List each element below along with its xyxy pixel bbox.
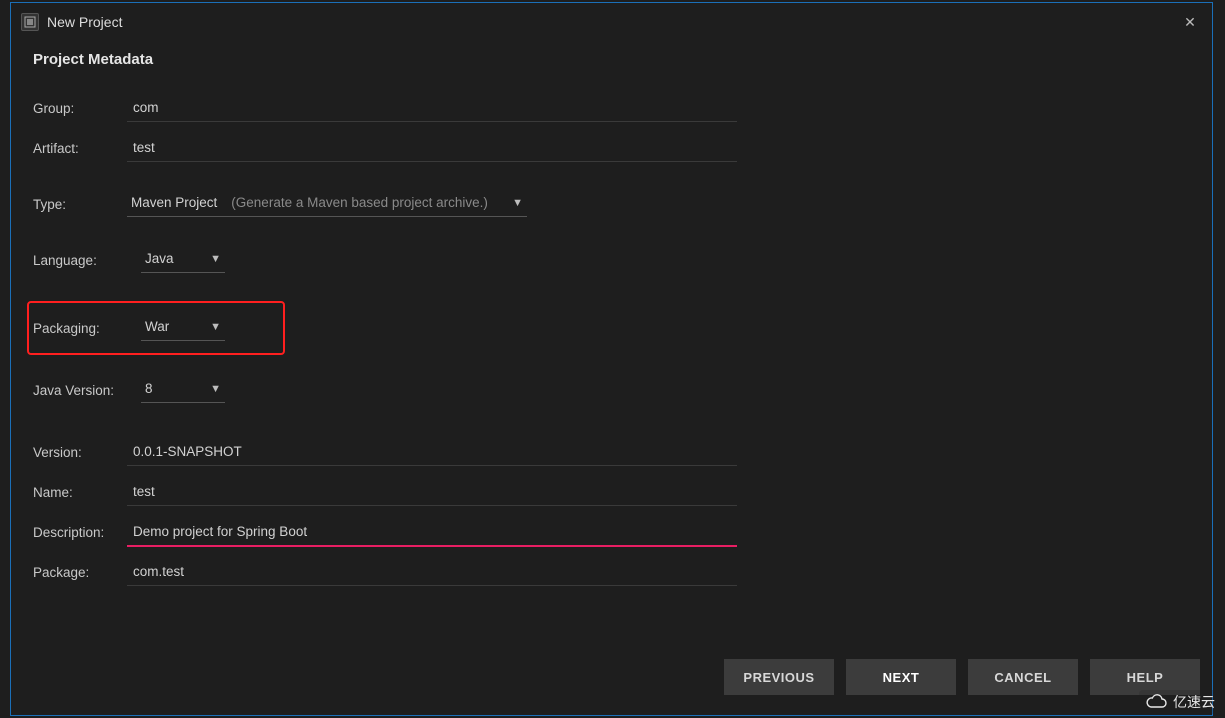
packaging-value: War [145,319,169,334]
titlebar: New Project ✕ [11,3,1212,41]
close-icon[interactable]: ✕ [1178,10,1202,34]
type-select[interactable]: Maven Project (Generate a Maven based pr… [127,191,527,217]
language-label: Language: [33,253,127,268]
packaging-label: Packaging: [33,321,127,336]
java-version-select[interactable]: 8 ▼ [141,377,225,403]
chevron-down-icon: ▼ [210,321,221,333]
row-language: Language: Java ▼ [33,240,1190,280]
name-field[interactable] [127,478,737,506]
packaging-select[interactable]: War ▼ [141,315,225,341]
package-label: Package: [33,565,127,580]
name-label: Name: [33,485,127,500]
next-button[interactable]: NEXT [846,659,956,695]
row-type: Type: Maven Project (Generate a Maven ba… [33,184,1190,224]
dialog-footer: PREVIOUS NEXT CANCEL HELP [11,659,1212,715]
artifact-field[interactable] [127,134,737,162]
row-artifact: Artifact: [33,128,1190,168]
help-button[interactable]: HELP [1090,659,1200,695]
language-select[interactable]: Java ▼ [141,247,225,273]
type-label: Type: [33,197,127,212]
section-heading: Project Metadata [33,51,1190,68]
chevron-down-icon: ▼ [512,197,523,209]
row-packaging: Packaging: War ▼ [33,308,1190,348]
previous-button[interactable]: PREVIOUS [724,659,834,695]
new-project-dialog: New Project ✕ Project Metadata Group: Ar… [10,2,1213,716]
artifact-label: Artifact: [33,141,127,156]
dialog-content: Project Metadata Group: Artifact: Type: … [11,41,1212,659]
language-value: Java [145,251,174,266]
row-group: Group: [33,88,1190,128]
package-field[interactable] [127,558,737,586]
row-version: Version: [33,432,1190,472]
row-java-version: Java Version: 8 ▼ [33,370,1190,410]
group-field[interactable] [127,94,737,122]
chevron-down-icon: ▼ [210,383,221,395]
row-description: Description: [33,512,1190,552]
description-field[interactable] [127,518,737,547]
group-label: Group: [33,101,127,116]
java-version-value: 8 [145,381,153,396]
dialog-title: New Project [47,14,122,30]
cancel-button[interactable]: CANCEL [968,659,1078,695]
row-package: Package: [33,552,1190,592]
type-hint: (Generate a Maven based project archive.… [231,195,488,210]
version-field[interactable] [127,438,737,466]
app-icon [21,13,39,31]
chevron-down-icon: ▼ [210,253,221,265]
row-name: Name: [33,472,1190,512]
version-label: Version: [33,445,127,460]
type-value: Maven Project [131,195,217,210]
java-version-label: Java Version: [33,383,127,398]
description-label: Description: [33,525,127,540]
